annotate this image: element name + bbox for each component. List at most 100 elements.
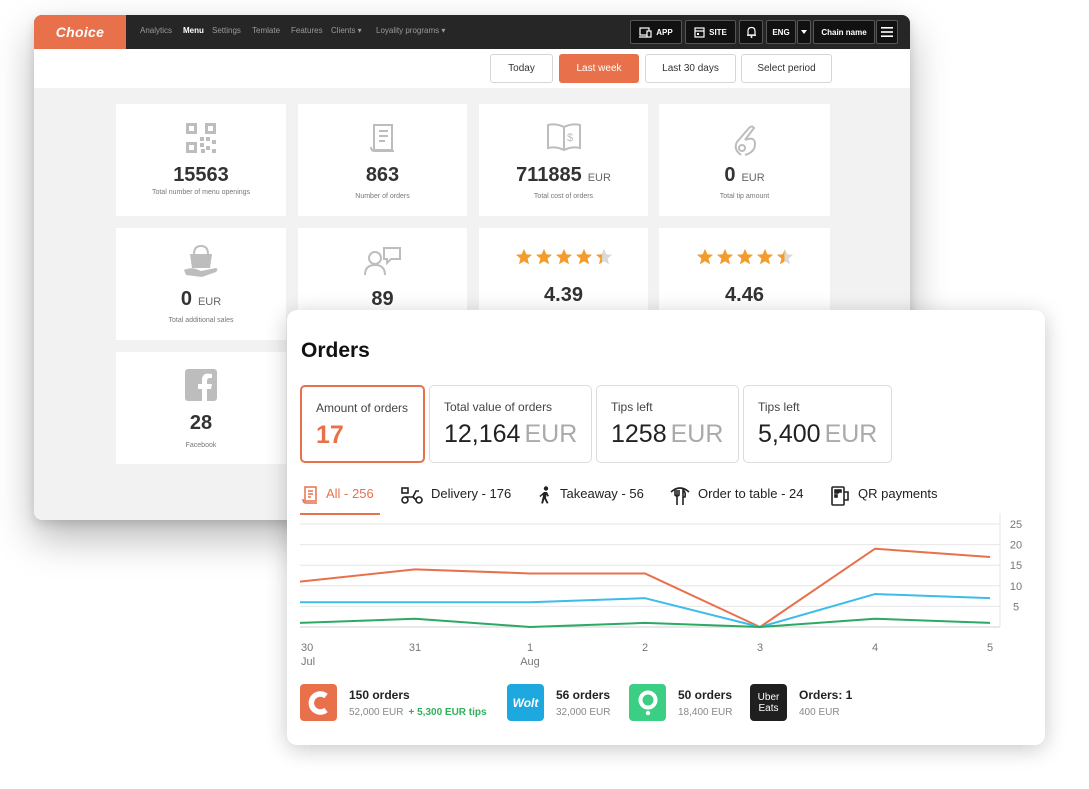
fork-knife-icon: [670, 487, 690, 505]
source-orders: Orders: 1: [799, 688, 853, 702]
facebook-value: 28: [189, 412, 213, 434]
orders-count-label: Number of orders: [355, 193, 410, 200]
bolt-food-logo-icon: [629, 684, 666, 721]
menu-openings-label: Total number of menu openings: [151, 189, 251, 196]
period-select-button[interactable]: Select period: [741, 54, 832, 83]
star-rating-icon: [696, 248, 794, 266]
stat-card-number-of-orders: 863 Number of orders: [298, 104, 467, 216]
nav-features[interactable]: Features: [291, 26, 323, 35]
chain-name-label: Chain name: [821, 27, 867, 37]
stat-card-additional-sales: 0 EUR Total additional sales: [116, 228, 286, 340]
tip-amount-label: Total tip amount: [719, 193, 770, 200]
y-tick-label: 20: [1010, 540, 1022, 552]
x-tick-label: 31: [409, 642, 421, 654]
x-tick-label: Aug: [520, 656, 540, 668]
stat-card-facebook: 28 Facebook: [116, 352, 286, 464]
book-money-icon: $: [546, 123, 581, 152]
wolt-logo-text: Wolt: [512, 695, 539, 710]
devices-icon: [639, 26, 652, 38]
walking-person-icon: [539, 486, 549, 504]
x-tick-label: Jul: [301, 656, 315, 668]
caret-down-icon: [801, 30, 807, 34]
kpi-label: Tips left: [611, 400, 653, 414]
period-selector-bar: Today Last week Last 30 days Select peri…: [34, 49, 910, 88]
choice-c-mark: [308, 690, 328, 715]
language-select[interactable]: ENG: [766, 20, 796, 44]
hamburger-icon: [881, 27, 893, 37]
x-tick-label: 2: [642, 642, 648, 654]
rating-1-value: 4.39: [544, 284, 583, 306]
nav-menu[interactable]: Menu: [183, 26, 204, 35]
period-last-week-button[interactable]: Last week: [559, 54, 639, 83]
bag-hand-icon: [184, 244, 218, 277]
star-icon: [756, 248, 773, 265]
nav-clients[interactable]: Clients ▾: [331, 26, 362, 35]
star-icon: [736, 248, 753, 265]
top-navigation-bar: Choice Analytics Menu Settings Temlate F…: [34, 15, 910, 49]
x-tick-label: 1: [527, 642, 533, 654]
total-cost-value: 711885 EUR: [516, 164, 611, 186]
menu-openings-value: 15563: [173, 164, 229, 186]
kpi-value: 5,400 EUR: [758, 420, 878, 448]
period-last-30-days-button[interactable]: Last 30 days: [645, 54, 736, 83]
nav-analytics[interactable]: Analytics: [140, 26, 172, 35]
bell-icon: [746, 26, 756, 38]
source-amount: 400 EUR: [799, 707, 840, 718]
tip-amount-value: 0 EUR: [724, 164, 765, 186]
kpi-tips-left-2[interactable]: Tips left 5,400 EUR: [743, 385, 892, 463]
period-today-button[interactable]: Today: [490, 54, 553, 83]
choice-logo[interactable]: Choice: [34, 15, 126, 49]
stat-card-menu-openings: 15563 Total number of menu openings: [116, 104, 286, 216]
notifications-button[interactable]: [739, 20, 763, 44]
y-tick-label: 10: [1010, 581, 1022, 593]
wolt-logo-icon: Wolt: [507, 684, 544, 721]
star-icon: [776, 248, 793, 265]
x-tick-label: 30: [301, 642, 313, 654]
qr-code-icon: [186, 123, 216, 153]
kpi-value: 1258 EUR: [611, 420, 724, 448]
tab-all-label: All - 256: [326, 486, 374, 501]
kpi-total-value[interactable]: Total value of orders 12,164 EUR: [429, 385, 592, 463]
star-icon: [696, 248, 713, 265]
star-icon: [716, 248, 733, 265]
orders-count-value: 863: [365, 164, 400, 186]
facebook-icon: [185, 369, 217, 401]
kpi-amount-of-orders[interactable]: Amount of orders 17: [300, 385, 425, 463]
star-icon: [515, 248, 532, 265]
kpi-value: 12,164 EUR: [444, 420, 578, 448]
source-orders: 150 orders: [349, 688, 410, 702]
hamburger-menu-button[interactable]: [876, 20, 898, 44]
language-dropdown-button[interactable]: [797, 20, 811, 44]
nav-loyality-programs[interactable]: Loyality programs ▾: [376, 26, 445, 35]
app-button[interactable]: APP: [630, 20, 682, 44]
stat-card-tip-amount: 0 EUR Total tip amount: [659, 104, 830, 216]
y-tick-label: 5: [1013, 601, 1019, 613]
star-icon: [555, 248, 572, 265]
receipt-list-icon: [302, 486, 317, 504]
x-tick-label: 3: [757, 642, 763, 654]
y-tick-label: 25: [1010, 519, 1022, 531]
orders-title: Orders: [301, 339, 370, 362]
bolt-pin-mark: [638, 690, 657, 715]
svg-text:$: $: [567, 132, 573, 144]
stat-card-total-cost: $ 711885 EUR Total cost of orders: [479, 104, 648, 216]
tab-delivery-label: Delivery - 176: [431, 486, 512, 501]
star-rating-icon: [515, 248, 613, 266]
series-line-2: [299, 617, 991, 628]
series-line-0: [299, 547, 991, 628]
y-tick-label: 15: [1010, 560, 1022, 572]
facebook-label: Facebook: [185, 442, 217, 449]
kpi-label: Amount of orders: [316, 401, 409, 415]
kpi-tips-left[interactable]: Tips left 1258 EUR: [596, 385, 739, 463]
chain-name-button[interactable]: Chain name: [813, 20, 875, 44]
tab-takeaway-label: Takeaway - 56: [560, 486, 644, 501]
orders-line-chart: 5 10 15 20 25 30 Jul 31 1 Aug 2 3 4 5: [299, 513, 1022, 668]
uber-eats-logo-icon: Uber Eats: [750, 684, 787, 721]
site-button[interactable]: SITE: [685, 20, 736, 44]
nav-template[interactable]: Temlate: [252, 26, 280, 35]
receipt-icon: [369, 124, 394, 152]
star-icon: [575, 248, 592, 265]
tip-hand-icon: [734, 125, 756, 156]
nav-settings[interactable]: Settings: [212, 26, 241, 35]
source-amount: 32,000 EUR: [556, 707, 611, 718]
